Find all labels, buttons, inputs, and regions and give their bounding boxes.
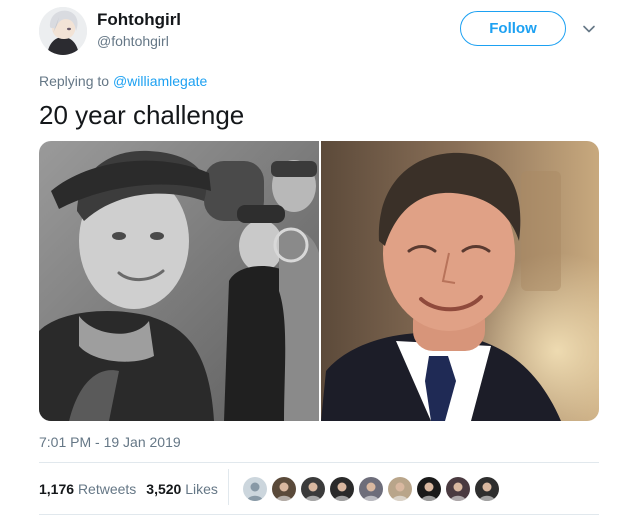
liker-avatars bbox=[243, 477, 499, 501]
photo-right-color-man-suit[interactable] bbox=[321, 141, 599, 421]
retweets-count: 1,176 bbox=[39, 481, 75, 497]
color-photo-image bbox=[321, 141, 599, 421]
liker-avatar[interactable] bbox=[446, 477, 470, 501]
liker-avatar-image bbox=[388, 477, 412, 501]
retweets-label: Retweets bbox=[77, 481, 137, 497]
replying-to-line: Replying to @williamlegate bbox=[39, 73, 207, 89]
chevron-down-icon[interactable] bbox=[582, 22, 596, 36]
follow-button[interactable]: Follow bbox=[460, 11, 566, 46]
liker-avatar[interactable] bbox=[330, 477, 354, 501]
liker-avatar-image bbox=[301, 477, 325, 501]
likes-count: 3,520 bbox=[146, 481, 182, 497]
liker-avatar-image bbox=[330, 477, 354, 501]
user-handle[interactable]: @fohtohgirl bbox=[97, 33, 169, 49]
liker-avatar[interactable] bbox=[388, 477, 412, 501]
likes-stat[interactable]: 3,520 Likes bbox=[146, 481, 218, 497]
liker-avatar[interactable] bbox=[475, 477, 499, 501]
tweet-timestamp[interactable]: 7:01 PM - 19 Jan 2019 bbox=[39, 434, 181, 450]
liker-avatar-image bbox=[446, 477, 470, 501]
tweet-media[interactable] bbox=[39, 141, 599, 421]
retweets-stat[interactable]: 1,176 Retweets bbox=[39, 481, 136, 497]
divider-top bbox=[39, 462, 599, 463]
liker-avatar-image bbox=[475, 477, 499, 501]
liker-avatar-image bbox=[359, 477, 383, 501]
liker-avatar[interactable] bbox=[359, 477, 383, 501]
display-name[interactable]: Fohtohgirl bbox=[97, 10, 181, 30]
liker-avatar-image bbox=[272, 477, 296, 501]
likes-label: Likes bbox=[185, 481, 218, 497]
bw-photo-image bbox=[39, 141, 319, 421]
liker-avatar[interactable] bbox=[301, 477, 325, 501]
replying-to-mention[interactable]: @williamlegate bbox=[113, 73, 207, 89]
divider-bottom bbox=[39, 514, 599, 515]
liker-avatar[interactable] bbox=[243, 477, 267, 501]
stats-divider bbox=[228, 469, 229, 505]
liker-avatar[interactable] bbox=[417, 477, 441, 501]
profile-avatar[interactable] bbox=[39, 7, 87, 55]
replying-prefix: Replying to bbox=[39, 73, 110, 89]
tweet-stats: 1,176 Retweets 3,520 Likes bbox=[39, 481, 218, 497]
liker-avatar-image bbox=[417, 477, 441, 501]
anime-avatar-image bbox=[39, 7, 87, 55]
tweet-text: 20 year challenge bbox=[39, 100, 245, 130]
default-avatar-icon bbox=[243, 477, 267, 501]
liker-avatar[interactable] bbox=[272, 477, 296, 501]
photo-left-bw-young-man[interactable] bbox=[39, 141, 319, 421]
